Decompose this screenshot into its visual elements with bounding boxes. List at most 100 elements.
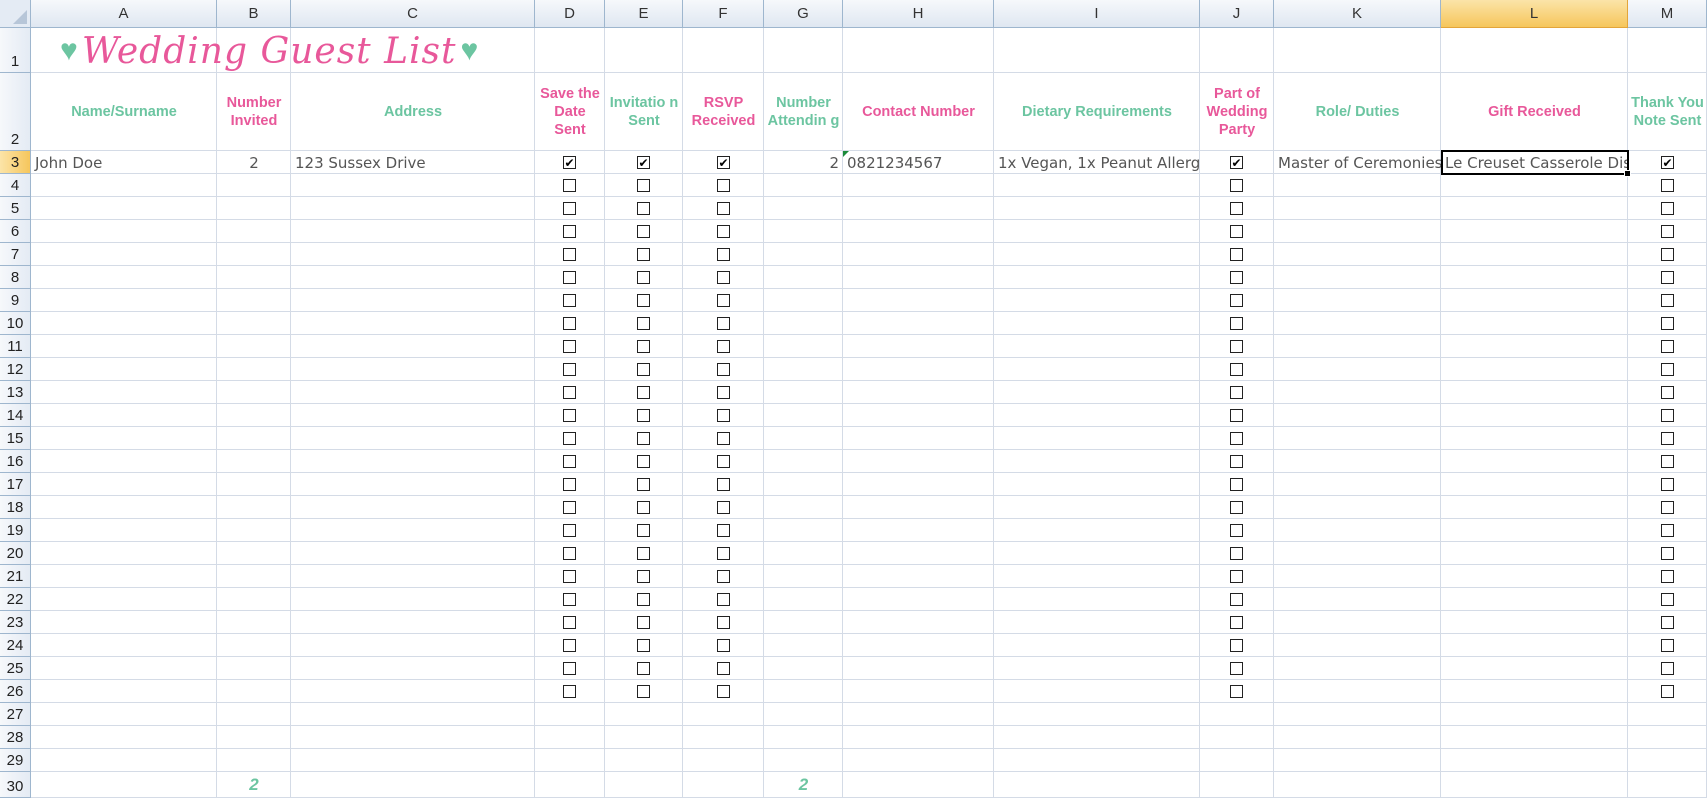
column-header-h[interactable]: H (843, 0, 994, 28)
checkbox[interactable] (563, 478, 576, 491)
checkbox[interactable] (563, 386, 576, 399)
checkbox[interactable] (1230, 363, 1243, 376)
checkbox[interactable] (1230, 616, 1243, 629)
checkbox[interactable] (1230, 225, 1243, 238)
checkbox[interactable] (717, 432, 730, 445)
checkbox[interactable] (563, 179, 576, 192)
row-header-14[interactable]: 14 (0, 404, 31, 427)
row-header-20[interactable]: 20 (0, 542, 31, 565)
row-header-4[interactable]: 4 (0, 174, 31, 197)
checkbox[interactable] (563, 432, 576, 445)
checkbox[interactable] (1661, 271, 1674, 284)
checkbox[interactable] (637, 547, 650, 560)
checkbox[interactable] (637, 501, 650, 514)
checkbox[interactable] (1661, 202, 1674, 215)
column-header-g[interactable]: G (764, 0, 843, 28)
checkbox[interactable] (563, 409, 576, 422)
row-header-19[interactable]: 19 (0, 519, 31, 542)
checkbox[interactable] (1661, 547, 1674, 560)
checkbox[interactable] (1661, 501, 1674, 514)
checkbox[interactable] (717, 639, 730, 652)
checkbox[interactable] (637, 662, 650, 675)
row-header-2[interactable]: 2 (0, 73, 31, 151)
checkbox[interactable] (1230, 501, 1243, 514)
column-header-k[interactable]: K (1274, 0, 1441, 28)
checkbox[interactable] (717, 662, 730, 675)
checkbox[interactable] (637, 685, 650, 698)
checkbox[interactable] (1230, 409, 1243, 422)
checkbox[interactable] (563, 662, 576, 675)
column-header-m[interactable]: M (1628, 0, 1707, 28)
checkbox[interactable] (563, 202, 576, 215)
checkbox[interactable] (717, 202, 730, 215)
checkbox[interactable] (563, 294, 576, 307)
cell-contact-number[interactable]: 0821234567 (843, 151, 994, 174)
row-header-15[interactable]: 15 (0, 427, 31, 450)
checkbox[interactable] (637, 317, 650, 330)
checkbox[interactable] (637, 524, 650, 537)
checkbox-checked[interactable]: ✔ (1661, 156, 1674, 169)
row-header-21[interactable]: 21 (0, 565, 31, 588)
checkbox[interactable] (563, 225, 576, 238)
checkbox[interactable] (563, 570, 576, 583)
checkbox[interactable] (717, 363, 730, 376)
cell-role[interactable]: Master of Ceremonies (1274, 151, 1441, 174)
checkbox[interactable] (1661, 179, 1674, 192)
checkbox[interactable] (637, 179, 650, 192)
checkbox[interactable] (563, 363, 576, 376)
checkbox[interactable] (637, 478, 650, 491)
cell-dietary[interactable]: 1x Vegan, 1x Peanut Allergy (994, 151, 1200, 174)
checkbox[interactable] (1661, 593, 1674, 606)
checkbox[interactable] (1661, 248, 1674, 261)
checkbox[interactable] (563, 593, 576, 606)
checkbox[interactable] (1661, 639, 1674, 652)
checkbox[interactable] (1661, 317, 1674, 330)
checkbox[interactable] (717, 547, 730, 560)
checkbox[interactable] (1230, 524, 1243, 537)
column-header-j[interactable]: J (1200, 0, 1274, 28)
checkbox[interactable] (637, 294, 650, 307)
checkbox[interactable] (563, 340, 576, 353)
checkbox[interactable] (717, 248, 730, 261)
row-header-7[interactable]: 7 (0, 243, 31, 266)
checkbox[interactable] (1661, 432, 1674, 445)
checkbox[interactable] (1230, 248, 1243, 261)
column-header-a[interactable]: A (31, 0, 217, 28)
row-header-10[interactable]: 10 (0, 312, 31, 335)
checkbox[interactable] (563, 271, 576, 284)
row-header-29[interactable]: 29 (0, 749, 31, 772)
column-header-d[interactable]: D (535, 0, 605, 28)
checkbox[interactable] (717, 570, 730, 583)
column-header-i[interactable]: I (994, 0, 1200, 28)
checkbox[interactable] (717, 386, 730, 399)
column-header-b[interactable]: B (217, 0, 291, 28)
checkbox-checked[interactable]: ✔ (563, 156, 576, 169)
checkbox[interactable] (1661, 616, 1674, 629)
checkbox[interactable] (1230, 317, 1243, 330)
checkbox[interactable] (1661, 570, 1674, 583)
cell-number-invited[interactable]: 2 (217, 151, 291, 174)
checkbox[interactable] (1661, 455, 1674, 468)
checkbox[interactable] (717, 179, 730, 192)
checkbox[interactable] (1230, 593, 1243, 606)
checkbox[interactable] (637, 271, 650, 284)
checkbox[interactable] (637, 340, 650, 353)
checkbox[interactable] (1230, 294, 1243, 307)
checkbox[interactable] (637, 386, 650, 399)
cell-address[interactable]: 123 Sussex Drive (291, 151, 535, 174)
column-header-c[interactable]: C (291, 0, 535, 28)
row-header-13[interactable]: 13 (0, 381, 31, 404)
checkbox[interactable] (563, 524, 576, 537)
checkbox[interactable] (637, 409, 650, 422)
checkbox[interactable] (717, 409, 730, 422)
checkbox[interactable] (1661, 340, 1674, 353)
checkbox[interactable] (717, 455, 730, 468)
checkbox[interactable] (1230, 639, 1243, 652)
checkbox[interactable] (1661, 662, 1674, 675)
checkbox[interactable] (563, 248, 576, 261)
checkbox[interactable] (637, 202, 650, 215)
checkbox[interactable] (637, 639, 650, 652)
checkbox[interactable] (563, 547, 576, 560)
row-header-8[interactable]: 8 (0, 266, 31, 289)
checkbox[interactable] (1230, 202, 1243, 215)
